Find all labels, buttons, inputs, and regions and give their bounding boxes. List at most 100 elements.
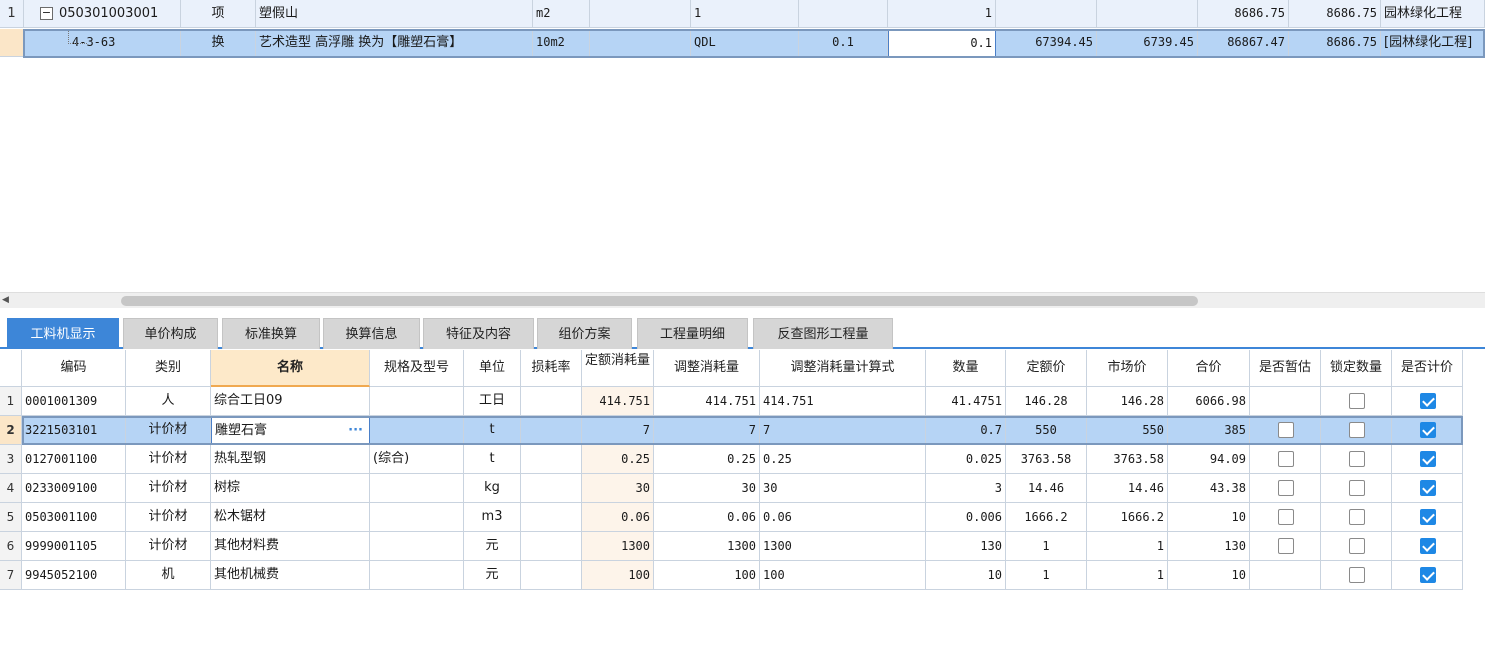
column-header-spec[interactable]: 规格及型号	[370, 350, 464, 387]
quota-cell-c7[interactable]: 0.1	[799, 29, 888, 57]
quota-cell-c12[interactable]: 8686.75	[1289, 29, 1381, 57]
cell-code[interactable]: 9945052100	[22, 561, 126, 590]
cell-cat[interactable]: 计价材	[126, 416, 211, 445]
cell-est[interactable]	[1250, 532, 1321, 561]
cell-mprice[interactable]: 3763.58	[1087, 445, 1168, 474]
cell-qty[interactable]: 0.025	[926, 445, 1006, 474]
cell-priced[interactable]	[1392, 561, 1463, 590]
column-header-code[interactable]: 编码	[22, 350, 126, 387]
checkbox-priced[interactable]	[1420, 422, 1436, 438]
checkbox-lock[interactable]	[1349, 567, 1365, 583]
checkbox-priced[interactable]	[1420, 451, 1436, 467]
cell-est[interactable]	[1250, 445, 1321, 474]
cell-spec[interactable]	[370, 387, 464, 416]
quota-cell-unit[interactable]: m2	[533, 0, 590, 28]
cell-lock[interactable]	[1321, 474, 1392, 503]
column-header-unit[interactable]: 单位	[464, 350, 521, 387]
cell-quota[interactable]: 0.25	[582, 445, 654, 474]
cell-unit[interactable]: 元	[464, 532, 521, 561]
column-header-mprice[interactable]: 市场价	[1087, 350, 1168, 387]
cell-name[interactable]: 热轧型钢	[211, 445, 370, 474]
tab-5[interactable]: 特征及内容	[423, 318, 534, 349]
column-header-est[interactable]: 是否暂估	[1250, 350, 1321, 387]
cell-priced[interactable]	[1392, 474, 1463, 503]
column-header-qty[interactable]: 数量	[926, 350, 1006, 387]
cell-unit[interactable]: 工日	[464, 387, 521, 416]
cell-adj[interactable]: 7	[654, 416, 760, 445]
cell-total[interactable]: 130	[1168, 532, 1250, 561]
cell-qprice[interactable]: 550	[1006, 416, 1087, 445]
cell-name[interactable]: 其他材料费	[211, 532, 370, 561]
quota-cell-code[interactable]: −050301003001	[24, 0, 181, 28]
tab-8[interactable]: 反查图形工程量	[753, 318, 893, 349]
quota-cell-unit[interactable]: 10m2	[533, 29, 590, 57]
cell-spec[interactable]: (综合)	[370, 445, 464, 474]
quota-cell-c5[interactable]	[590, 29, 691, 57]
cell-adj[interactable]: 100	[654, 561, 760, 590]
cell-mprice[interactable]: 14.46	[1087, 474, 1168, 503]
checkbox-priced[interactable]	[1420, 509, 1436, 525]
cell-code[interactable]: 9999001105	[22, 532, 126, 561]
checkbox-est[interactable]	[1278, 480, 1294, 496]
quota-cell-c6[interactable]: QDL	[691, 29, 799, 57]
tab-7[interactable]: 工程量明细	[637, 318, 748, 349]
quota-cell-c8[interactable]: 0.1	[888, 29, 996, 57]
cell-spec[interactable]	[370, 532, 464, 561]
cell-qprice[interactable]: 1666.2	[1006, 503, 1087, 532]
cell-priced[interactable]	[1392, 416, 1463, 445]
cell-cat[interactable]: 计价材	[126, 445, 211, 474]
quota-cell-c7[interactable]	[799, 0, 888, 28]
checkbox-est[interactable]	[1278, 451, 1294, 467]
cell-loss[interactable]	[521, 416, 582, 445]
quota-cell-c13[interactable]: 园林绿化工程	[1381, 0, 1485, 28]
cell-qty[interactable]: 0.7	[926, 416, 1006, 445]
cell-formula[interactable]: 100	[760, 561, 926, 590]
checkbox-est[interactable]	[1278, 538, 1294, 554]
cell-total[interactable]: 94.09	[1168, 445, 1250, 474]
cell-mprice[interactable]: 146.28	[1087, 387, 1168, 416]
column-header-formula[interactable]: 调整消耗量计算式	[760, 350, 926, 387]
cell-qprice[interactable]: 1	[1006, 561, 1087, 590]
scroll-left-arrow-icon[interactable]: ◀	[2, 295, 9, 305]
quota-cell-c10[interactable]	[1097, 0, 1198, 28]
cell-total[interactable]: 385	[1168, 416, 1250, 445]
column-header-lock[interactable]: 锁定数量	[1321, 350, 1392, 387]
cell-total[interactable]: 6066.98	[1168, 387, 1250, 416]
cell-total[interactable]: 43.38	[1168, 474, 1250, 503]
checkbox-lock[interactable]	[1349, 393, 1365, 409]
tab-1[interactable]: 工料机显示	[7, 318, 119, 349]
cell-spec[interactable]	[370, 474, 464, 503]
cell-quota[interactable]: 1300	[582, 532, 654, 561]
table-row[interactable]: 6 9999001105 计价材 其他材料费 元 1300 1300 1300 130 1 1 130	[0, 532, 1465, 561]
cell-qprice[interactable]: 1	[1006, 532, 1087, 561]
cell-lock[interactable]	[1321, 416, 1392, 445]
cell-cat[interactable]: 计价材	[126, 532, 211, 561]
table-row[interactable]: 3 0127001100 计价材 热轧型钢 (综合) t 0.25 0.25 0.25 0.025…	[0, 445, 1465, 474]
column-header-name[interactable]: 名称	[211, 350, 370, 387]
horizontal-scrollbar[interactable]: ◀	[0, 292, 1485, 308]
cell-priced[interactable]	[1392, 503, 1463, 532]
checkbox-est[interactable]	[1278, 422, 1294, 438]
column-header-cat[interactable]: 类别	[126, 350, 211, 387]
checkbox-priced[interactable]	[1420, 567, 1436, 583]
cell-formula[interactable]: 1300	[760, 532, 926, 561]
quota-cell-c10[interactable]: 6739.45	[1097, 29, 1198, 57]
quota-cell-c11[interactable]: 86867.47	[1198, 29, 1289, 57]
quota-cell-c8[interactable]: 1	[888, 0, 996, 28]
cell-cat[interactable]: 人	[126, 387, 211, 416]
cell-loss[interactable]	[521, 474, 582, 503]
quota-cell-code[interactable]: 4-3-63	[24, 29, 181, 57]
cell-lock[interactable]	[1321, 387, 1392, 416]
quota-cell-name[interactable]: 艺术造型 高浮雕 换为【雕塑石膏】	[256, 29, 533, 57]
cell-mprice[interactable]: 1666.2	[1087, 503, 1168, 532]
tab-2[interactable]: 单价构成	[123, 318, 218, 349]
cell-formula[interactable]: 414.751	[760, 387, 926, 416]
cell-name[interactable]: 综合工日09	[211, 387, 370, 416]
cell-quota[interactable]: 414.751	[582, 387, 654, 416]
cell-est[interactable]	[1250, 416, 1321, 445]
cell-adj[interactable]: 414.751	[654, 387, 760, 416]
column-header-total[interactable]: 合价	[1168, 350, 1250, 387]
cell-loss[interactable]	[521, 387, 582, 416]
checkbox-lock[interactable]	[1349, 451, 1365, 467]
checkbox-lock[interactable]	[1349, 422, 1365, 438]
